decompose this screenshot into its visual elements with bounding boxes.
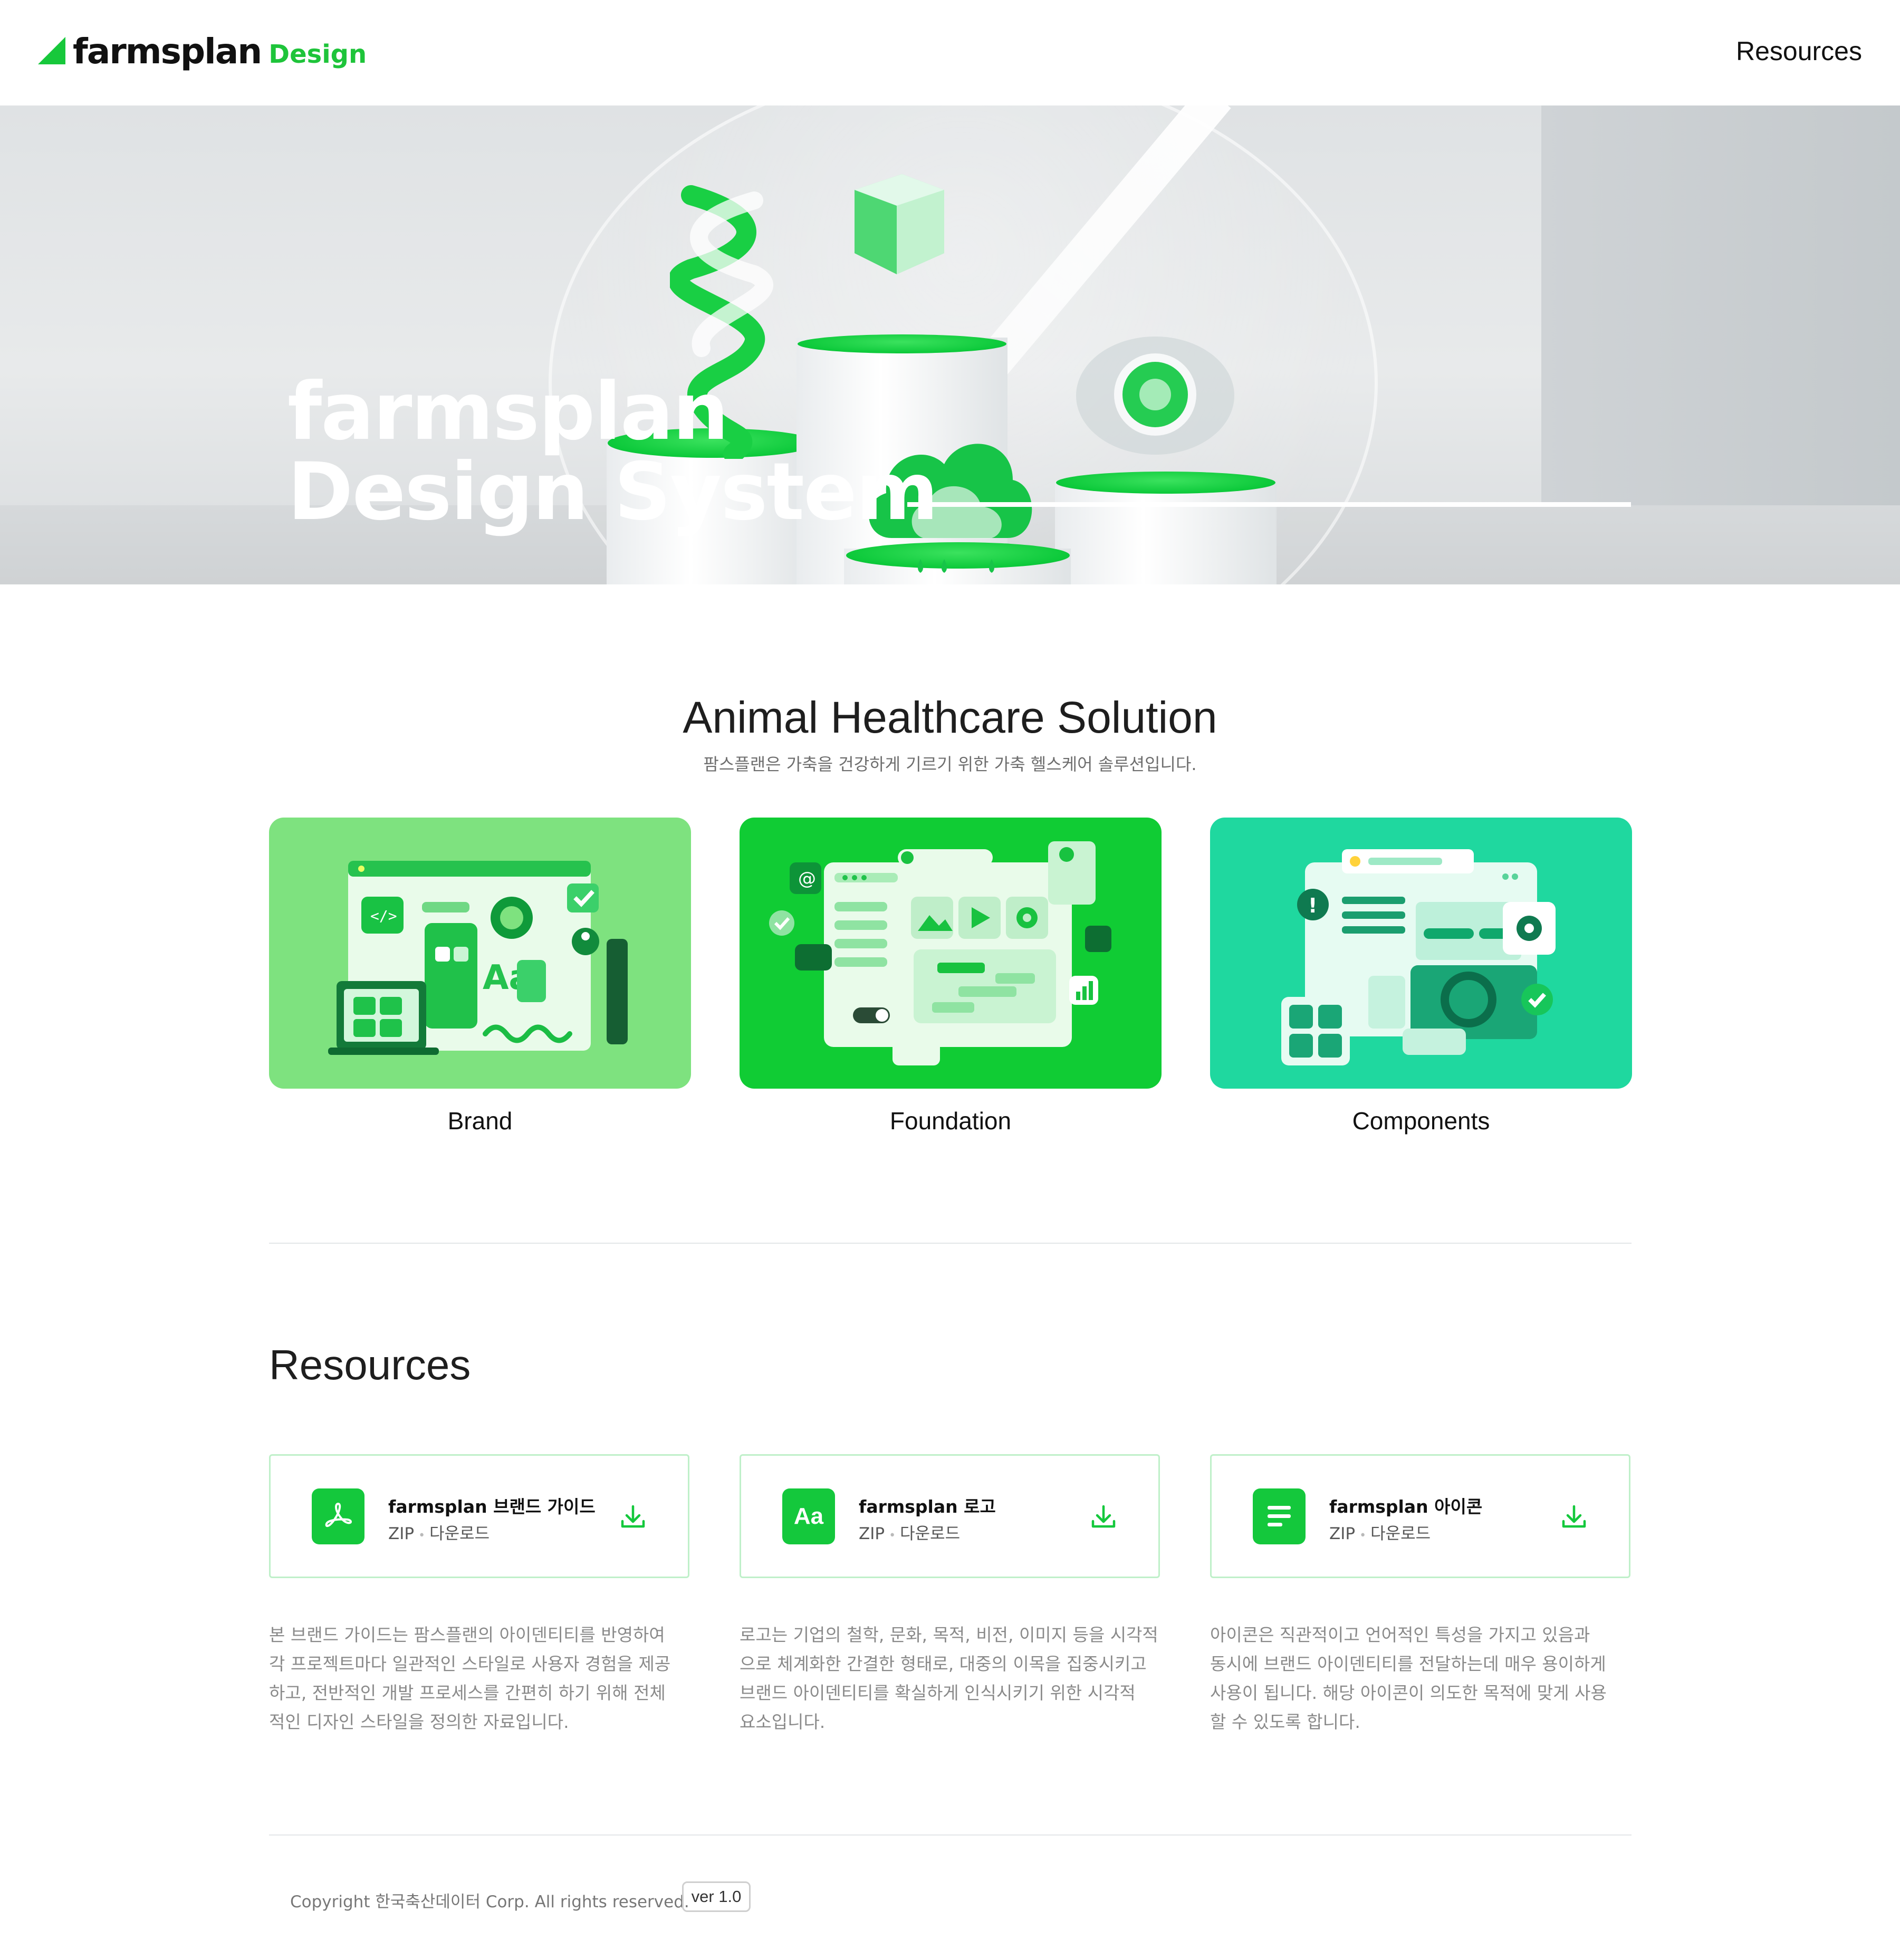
document-lines-icon: [1253, 1488, 1306, 1544]
description-line: 요소입니다.: [740, 1712, 826, 1732]
resource-action: 다운로드: [900, 1524, 961, 1543]
resource-meta: ZIP • 다운로드: [859, 1520, 960, 1544]
intro-title: Animal Healthcare Solution: [683, 693, 1217, 742]
hero-pedestal-right: [1055, 481, 1277, 584]
footer-copyright: Copyright 한국축산데이터 Corp. All rights reser…: [290, 1892, 689, 1911]
meta-separator: •: [889, 1529, 896, 1542]
description-line: 아이콘은 직관적이고 언어적인 특성을 가지고 있음과: [1210, 1625, 1590, 1645]
resource-name: farmsplan 로고: [859, 1496, 996, 1517]
svg-text:@: @: [798, 868, 816, 889]
footer-divider: [269, 1834, 1632, 1836]
resource-format: ZIP: [1329, 1524, 1356, 1543]
hero-title: farmsplan Design System: [287, 366, 938, 538]
farmsplan-design-logo[interactable]: farmsplan Design: [38, 31, 367, 73]
download-icon[interactable]: [619, 1503, 647, 1531]
resource-action: 다운로드: [1370, 1524, 1431, 1543]
resource-name: farmsplan 아이콘: [1329, 1496, 1483, 1517]
top-header: farmsplan Design Resources: [0, 0, 1900, 105]
resources-title: Resources: [269, 1341, 471, 1388]
resource-meta: ZIP • 다운로드: [388, 1520, 490, 1544]
intro-subtitle: 팜스플랜은 가축을 건강하게 기르기 위한 가축 헬스케어 솔루션입니다.: [703, 754, 1197, 774]
hero-banner: farmsplan Design System: [0, 105, 1900, 584]
hero-title-line2: Design System: [287, 446, 938, 538]
resource-description-brand-guide: 본 브랜드 가이드는 팜스플랜의 아이덴티티를 반영하여 각 프로젝트마다 일관…: [269, 1620, 691, 1736]
svg-text:!: !: [1308, 894, 1317, 917]
logo-design-label: Design: [268, 40, 367, 69]
description-line: 적인 디자인 스타일을 정의한 자료입니다.: [269, 1712, 569, 1732]
resource-card-brand-guide[interactable]: farmsplan 브랜드 가이드 ZIP • 다운로드: [269, 1454, 689, 1578]
resource-name: farmsplan 브랜드 가이드: [388, 1496, 596, 1517]
version-badge: ver 1.0: [682, 1881, 751, 1912]
svg-text:</>: </>: [370, 907, 397, 925]
description-line: 사용이 됩니다. 해당 아이콘이 의도한 목적에 맞게 사용: [1210, 1683, 1607, 1703]
description-line: 동시에 브랜드 아이덴티티를 전달하는데 매우 용이하게: [1210, 1654, 1606, 1674]
category-card-foundation[interactable]: @: [740, 818, 1162, 1089]
foundation-illustration-icon: @: [769, 841, 1111, 1065]
brand-illustration-icon: </> Aa: [328, 861, 628, 1055]
description-line: 할 수 있도록 합니다.: [1210, 1712, 1360, 1732]
pdf-icon: [312, 1488, 364, 1544]
hero-accent-line: [907, 502, 1631, 507]
section-divider: [269, 1243, 1632, 1244]
hero-title-line1: farmsplan: [287, 366, 729, 458]
category-label-foundation[interactable]: Foundation: [740, 1107, 1162, 1135]
category-label-components[interactable]: Components: [1210, 1107, 1632, 1135]
description-line: 으로 체계화한 간결한 형태로, 대중의 이목을 집중시키고: [740, 1654, 1147, 1674]
hero-pedestal-right-top: [1056, 472, 1275, 494]
description-line: 로고는 기업의 철학, 문화, 목적, 비전, 이미지 등을 시각적: [740, 1625, 1158, 1645]
resource-card-logo[interactable]: Aa farmsplan 로고 ZIP • 다운로드: [740, 1454, 1160, 1578]
logo-wordmark: farmsplan: [73, 31, 262, 72]
description-line: 브랜드 아이덴티티를 확실하게 인식시키기 위한 시각적: [740, 1683, 1136, 1703]
description-line: 각 프로젝트마다 일관적인 스타일로 사용자 경험을 제공: [269, 1654, 671, 1674]
category-card-components[interactable]: !: [1210, 818, 1632, 1089]
resource-meta: ZIP • 다운로드: [1329, 1520, 1431, 1544]
components-illustration-icon: !: [1281, 849, 1556, 1065]
resource-card-icons[interactable]: farmsplan 아이콘 ZIP • 다운로드: [1210, 1454, 1630, 1578]
resource-format: ZIP: [388, 1524, 415, 1543]
glass-cube-icon: [855, 174, 944, 274]
eye-badge-icon: [1076, 337, 1234, 455]
hero-pedestal-back-top: [798, 334, 1006, 353]
resource-description-icons: 아이콘은 직관적이고 언어적인 특성을 가지고 있음과 동시에 브랜드 아이덴티…: [1210, 1620, 1632, 1736]
resource-action: 다운로드: [429, 1524, 490, 1543]
meta-separator: •: [418, 1529, 426, 1542]
description-line: 본 브랜드 가이드는 팜스플랜의 아이덴티티를 반영하여: [269, 1625, 665, 1645]
meta-separator: •: [1359, 1529, 1367, 1542]
nav-resources-link[interactable]: Resources: [1736, 36, 1862, 66]
logo-triangle-icon: [38, 37, 65, 64]
category-card-brand[interactable]: </> Aa: [269, 818, 691, 1089]
font-icon-text: Aa: [793, 1503, 824, 1529]
download-icon[interactable]: [1560, 1503, 1588, 1531]
description-line: 하고, 전반적인 개발 프로세스를 간편히 하기 위해 전체: [269, 1683, 666, 1703]
resource-description-logo: 로고는 기업의 철학, 문화, 목적, 비전, 이미지 등을 시각적 으로 체계…: [740, 1620, 1162, 1736]
category-label-brand[interactable]: Brand: [269, 1107, 691, 1135]
font-icon: Aa: [782, 1488, 835, 1544]
download-icon[interactable]: [1090, 1503, 1117, 1531]
resource-format: ZIP: [859, 1524, 885, 1543]
